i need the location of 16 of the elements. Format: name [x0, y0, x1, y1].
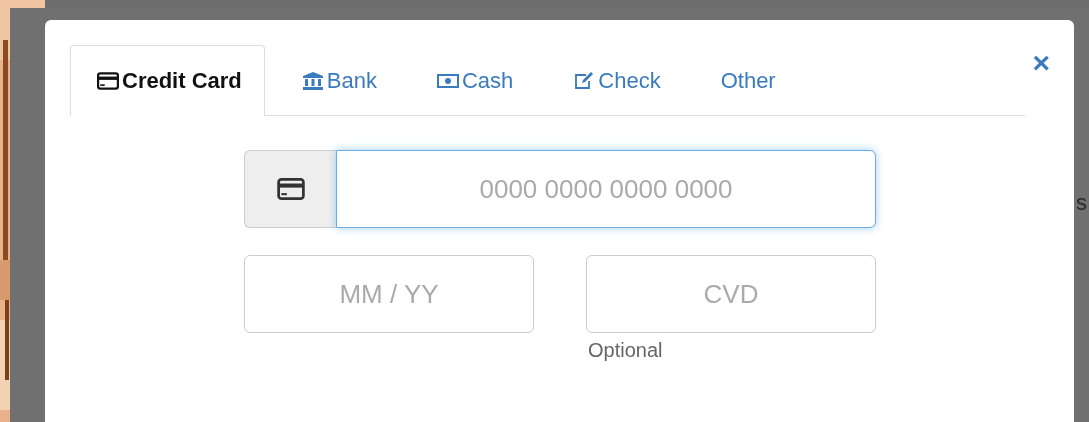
- cvd-field[interactable]: CVD: [586, 255, 876, 333]
- credit-card-icon: [276, 178, 305, 200]
- optional-hint: Optional: [587, 339, 663, 362]
- edit-icon: [573, 72, 596, 90]
- banknote-icon: [436, 72, 459, 90]
- payment-tab[interactable]: Other: [693, 45, 799, 116]
- payment-tab[interactable]: Check: [546, 45, 684, 116]
- bank-icon: [301, 72, 324, 90]
- credit-card-icon: [97, 72, 119, 90]
- card-number-field[interactable]: 0000 0000 0000 0000: [336, 150, 876, 228]
- payment-tab[interactable]: Credit Card: [70, 45, 265, 116]
- close-button[interactable]: ×: [1032, 48, 1050, 78]
- payment-tab[interactable]: Bank: [274, 45, 400, 116]
- expiry-field[interactable]: MM / YY: [244, 255, 534, 333]
- background-text: s: [1076, 190, 1087, 216]
- payment-tab[interactable]: Cash: [409, 45, 537, 116]
